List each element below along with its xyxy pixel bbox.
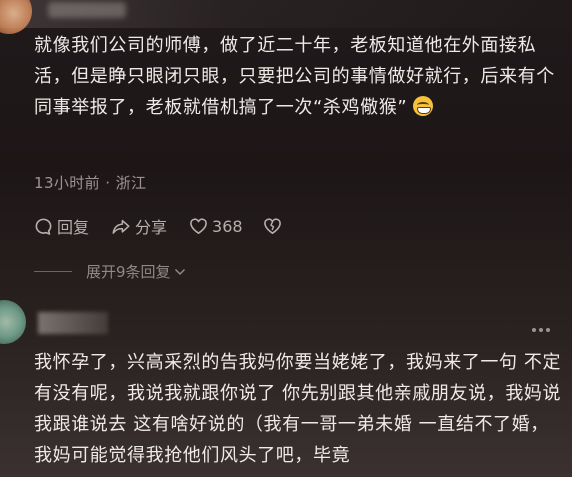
comment-text: 我怀孕了，兴高采烈的告我妈你要当姥姥了，我妈来了一句 不定有没有呢，我说我就跟你… [34, 352, 562, 466]
expand-replies-label: 展开9条回复 [86, 263, 171, 281]
blurred-username[interactable] [38, 312, 108, 334]
comment-body: 就像我们公司的师傅，做了近二十年，老板知道他在外面接私活，但是睁只眼闭只眼，只要… [34, 35, 555, 118]
blurred-username[interactable] [48, 2, 126, 18]
dot [532, 328, 536, 332]
divider-line [34, 271, 72, 272]
comment-text: 就像我们公司的师傅，做了近二十年，老板知道他在外面接私活，但是睁只眼闭只眼，只要… [34, 30, 562, 123]
heart-icon [190, 218, 207, 234]
reply-button[interactable]: 回复 [34, 214, 89, 238]
dot [546, 328, 550, 332]
grinning-emoji-icon [413, 96, 434, 116]
share-button[interactable]: 分享 [111, 214, 167, 238]
chevron-down-icon [174, 268, 185, 275]
like-button[interactable]: 368 [189, 217, 243, 236]
share-label: 分享 [135, 218, 168, 237]
expand-replies-button[interactable]: 展开9条回复 [34, 261, 186, 282]
comment-bubble-icon [35, 218, 52, 235]
share-arrow-icon [112, 219, 130, 234]
more-options-icon[interactable] [532, 328, 550, 332]
broken-heart-icon [263, 218, 281, 234]
dot [539, 328, 543, 332]
reply-label: 回复 [57, 218, 90, 237]
comment-actions: 回复 分享 368 [34, 214, 282, 238]
dislike-button[interactable] [263, 217, 282, 235]
like-count: 368 [212, 216, 243, 236]
comment-meta: 13小时前 · 浙江 [34, 174, 147, 192]
